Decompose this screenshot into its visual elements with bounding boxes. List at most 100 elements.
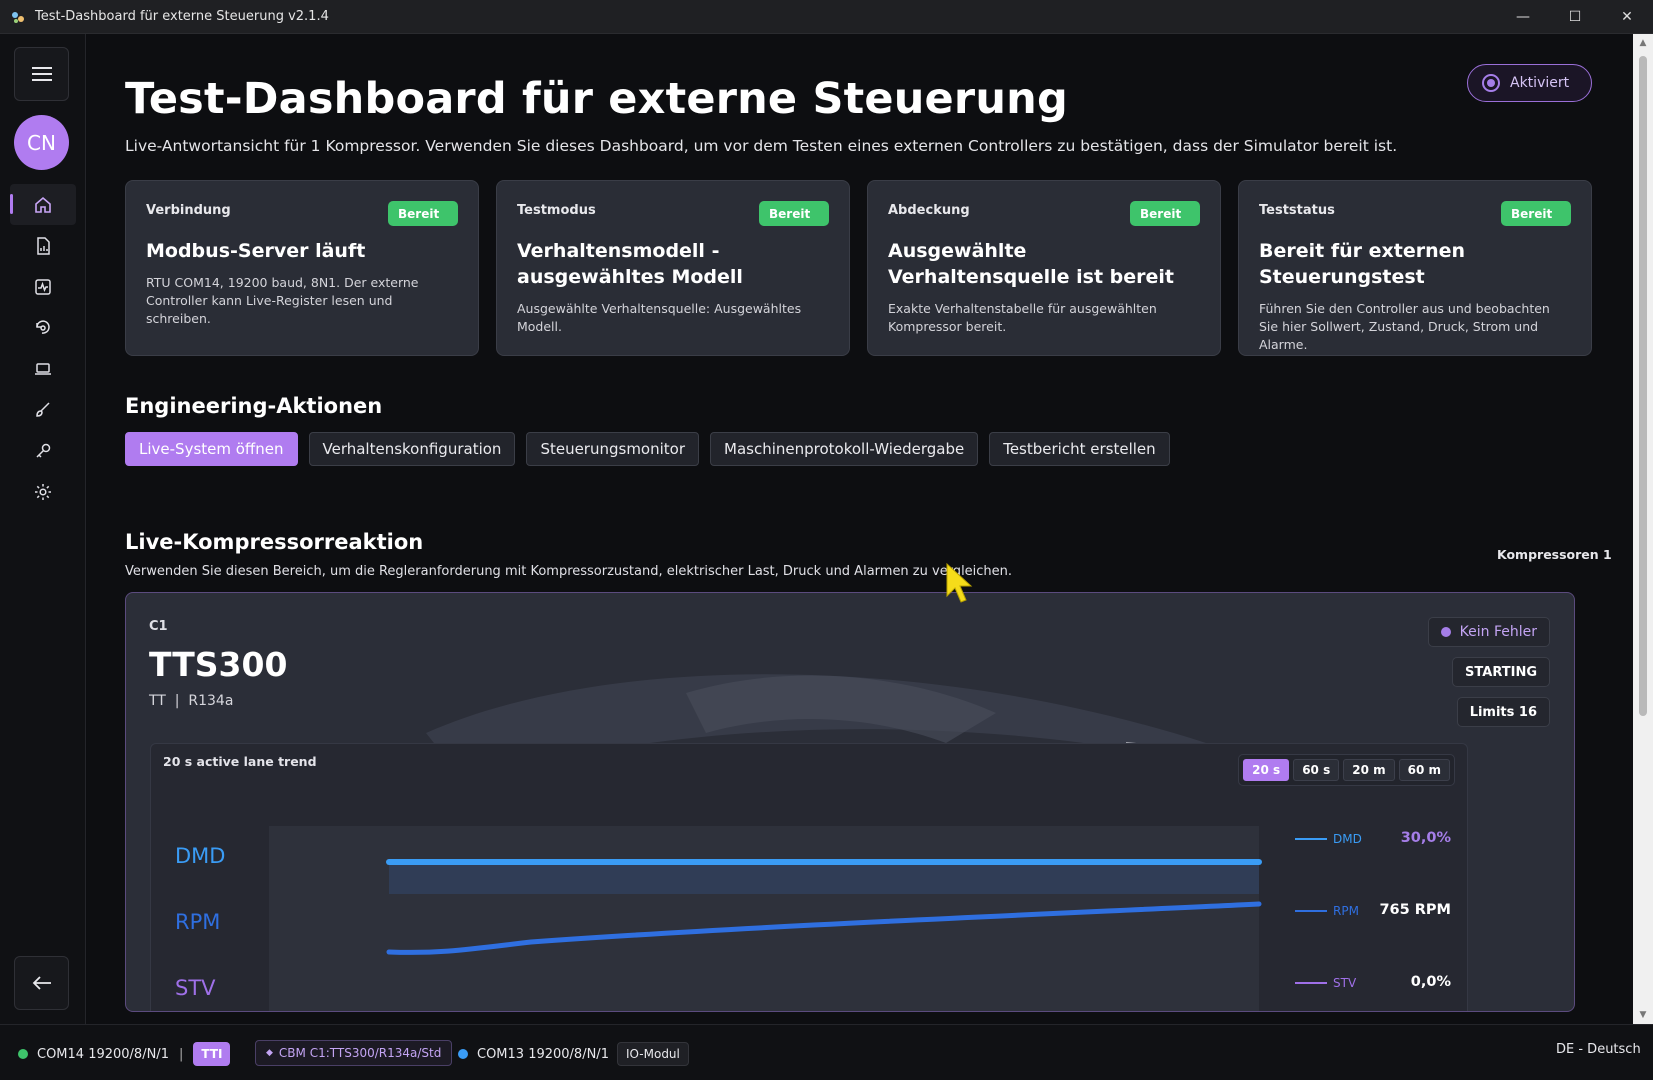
scroll-up-icon[interactable]: ▲ bbox=[1633, 34, 1653, 52]
hamburger-menu-button[interactable] bbox=[14, 47, 69, 101]
trend-lines bbox=[386, 859, 1262, 955]
gear-icon bbox=[35, 483, 51, 500]
sidebar-item-keys[interactable] bbox=[10, 430, 76, 471]
sidebar-item-playback[interactable] bbox=[10, 307, 76, 348]
status-badge: Bereit bbox=[388, 201, 458, 226]
open-live-system-button[interactable]: Live-System öffnen bbox=[125, 432, 298, 466]
live-section-title: Live-Kompressorreaktion bbox=[125, 530, 424, 554]
card-description: RTU COM14, 19200 baud, 8N1. Der externe … bbox=[146, 275, 419, 326]
cbm-tag[interactable]: ◆ CBM C1:TTS300/R134a/Std bbox=[255, 1040, 453, 1066]
connection-dot-icon bbox=[18, 1049, 28, 1059]
activated-label: Aktiviert bbox=[1510, 75, 1570, 91]
language-indicator[interactable]: DE - Deutsch bbox=[1556, 1042, 1641, 1057]
sidebar-item-reports[interactable] bbox=[10, 225, 76, 266]
card-title: Bereit für externen Steuerungstest bbox=[1259, 240, 1466, 288]
home-icon bbox=[35, 196, 51, 213]
brush-icon bbox=[36, 401, 50, 417]
sidebar-item-devices[interactable] bbox=[10, 348, 76, 389]
refrigerant: R134a bbox=[188, 693, 234, 709]
port1-label: COM14 19200/8/N/1 bbox=[37, 1046, 169, 1062]
status-badge: Bereit bbox=[759, 201, 829, 226]
compressor-count: Kompressoren 1 bbox=[1497, 547, 1612, 562]
mouse-cursor-icon bbox=[946, 562, 973, 603]
behavior-config-button[interactable]: Verhaltenskonfiguration bbox=[308, 432, 516, 466]
refresh-search-icon bbox=[36, 319, 50, 334]
state-pill: STARTING bbox=[1452, 657, 1550, 687]
legend-label: RPM bbox=[1333, 904, 1359, 918]
legend-swatch bbox=[1295, 910, 1327, 912]
port2-status: COM13 19200/8/N/1 IO-Modul bbox=[458, 1042, 689, 1066]
page-subtitle: Live-Antwortansicht für 1 Kompressor. Ve… bbox=[125, 137, 1398, 155]
card-connection: Verbindung Bereit Modbus-Server läuft RT… bbox=[125, 180, 479, 356]
activated-toggle[interactable]: Aktiviert bbox=[1467, 64, 1592, 102]
scroll-down-icon[interactable]: ▼ bbox=[1633, 1006, 1653, 1024]
lane-label-rpm: RPM bbox=[175, 910, 221, 934]
stv-value: 0,0% bbox=[1410, 974, 1451, 990]
card-description: Führen Sie den Controller aus und beobac… bbox=[1259, 301, 1550, 352]
live-section-subtitle: Verwenden Sie diesen Bereich, um die Reg… bbox=[125, 564, 1013, 579]
status-badge: Bereit bbox=[1130, 201, 1200, 226]
laptop-icon bbox=[35, 362, 51, 375]
fault-status-pill: Kein Fehler bbox=[1427, 617, 1550, 647]
card-title: Ausgewählte Verhaltensquelle ist bereit bbox=[888, 240, 1174, 288]
card-coverage: Abdeckung Bereit Ausgewählte Verhaltensq… bbox=[867, 180, 1221, 356]
scrollbar-thumb[interactable] bbox=[1639, 56, 1647, 716]
sidebar-item-monitor[interactable] bbox=[10, 266, 76, 307]
status-badge: Bereit bbox=[1501, 201, 1571, 226]
rpm-value: 765 RPM bbox=[1379, 902, 1451, 918]
engineering-actions: Live-System öffnen Verhaltenskonfigurati… bbox=[125, 432, 1170, 466]
app-icon bbox=[12, 11, 24, 23]
hamburger-icon bbox=[31, 67, 52, 81]
compressor-status-pills: Kein Fehler STARTING Limits 16 bbox=[1427, 617, 1550, 727]
back-button[interactable] bbox=[14, 956, 69, 1010]
sidebar-item-settings[interactable] bbox=[10, 471, 76, 512]
port2-label: COM13 19200/8/N/1 bbox=[477, 1046, 609, 1062]
fault-status-label: Kein Fehler bbox=[1459, 624, 1537, 640]
vertical-scrollbar[interactable]: ▲ ▼ bbox=[1633, 34, 1653, 1024]
lane-label-dmd: DMD bbox=[175, 844, 226, 868]
minimize-button[interactable]: — bbox=[1497, 0, 1549, 34]
sidebar-nav bbox=[0, 184, 86, 512]
main-content: Test-Dashboard für externe Steuerung Liv… bbox=[87, 34, 1633, 1024]
activity-icon bbox=[35, 278, 51, 295]
rpm-trend-line bbox=[386, 901, 1262, 955]
card-title: Verhaltensmodell - ausgewähltes Modell bbox=[517, 240, 743, 288]
maximize-button[interactable]: ☐ bbox=[1549, 0, 1601, 34]
legend-stv: STV bbox=[1295, 976, 1356, 990]
window-title: Test-Dashboard für externe Steuerung v2.… bbox=[35, 9, 329, 24]
dmd-value: 30,0% bbox=[1400, 830, 1451, 846]
avatar[interactable]: CN bbox=[14, 115, 69, 170]
compressor-id: C1 bbox=[149, 619, 168, 634]
control-monitor-button[interactable]: Steuerungsmonitor bbox=[526, 432, 700, 466]
legend-label: STV bbox=[1333, 976, 1357, 990]
connection-dot-icon bbox=[458, 1049, 468, 1059]
legend-swatch bbox=[1295, 982, 1327, 984]
port1-status: COM14 19200/8/N/1 | TTI bbox=[18, 1042, 231, 1066]
sidebar-item-design[interactable] bbox=[10, 389, 76, 430]
lane-label-stv: STV bbox=[175, 976, 216, 1000]
create-test-report-button[interactable]: Testbericht erstellen bbox=[989, 432, 1170, 466]
status-cards: Verbindung Bereit Modbus-Server läuft RT… bbox=[125, 180, 1592, 356]
card-test-mode: Testmodus Bereit Verhaltensmodell - ausg… bbox=[496, 180, 850, 356]
card-test-status: Teststatus Bereit Bereit für externen St… bbox=[1238, 180, 1592, 356]
legend-swatch bbox=[1295, 838, 1327, 840]
radio-dot-icon bbox=[1482, 74, 1500, 92]
cbm-status[interactable]: ◆ CBM C1:TTS300/R134a/Std bbox=[255, 1040, 453, 1066]
sidebar-item-home[interactable] bbox=[10, 184, 76, 225]
compressor-type: TT | R134a bbox=[149, 693, 233, 709]
status-dot-icon bbox=[1440, 627, 1451, 637]
arrow-left-icon bbox=[32, 976, 51, 990]
compressor-model: TTS300 bbox=[149, 645, 288, 684]
title-bar: Test-Dashboard für externe Steuerung v2.… bbox=[0, 0, 1653, 34]
engineering-actions-title: Engineering-Aktionen bbox=[125, 394, 383, 418]
machine-log-playback-button[interactable]: Maschinenprotokoll-Wiedergabe bbox=[710, 432, 979, 466]
io-module-tag: IO-Modul bbox=[616, 1042, 689, 1066]
legend-dmd: DMD bbox=[1295, 832, 1362, 846]
card-description: Exakte Verhaltenstabelle für ausgewählte… bbox=[888, 301, 1157, 334]
close-button[interactable]: ✕ bbox=[1601, 0, 1653, 34]
document-chart-icon bbox=[37, 236, 50, 255]
status-bar: COM14 19200/8/N/1 | TTI ◆ CBM C1:TTS300/… bbox=[0, 1024, 1653, 1080]
compressor-panel[interactable]: C1 TTS300 TT | R134a Kein Fehler STARTIN… bbox=[125, 592, 1575, 1012]
cbm-label: CBM C1:TTS300/R134a/Std bbox=[278, 1046, 442, 1060]
separator: | bbox=[178, 1046, 184, 1062]
